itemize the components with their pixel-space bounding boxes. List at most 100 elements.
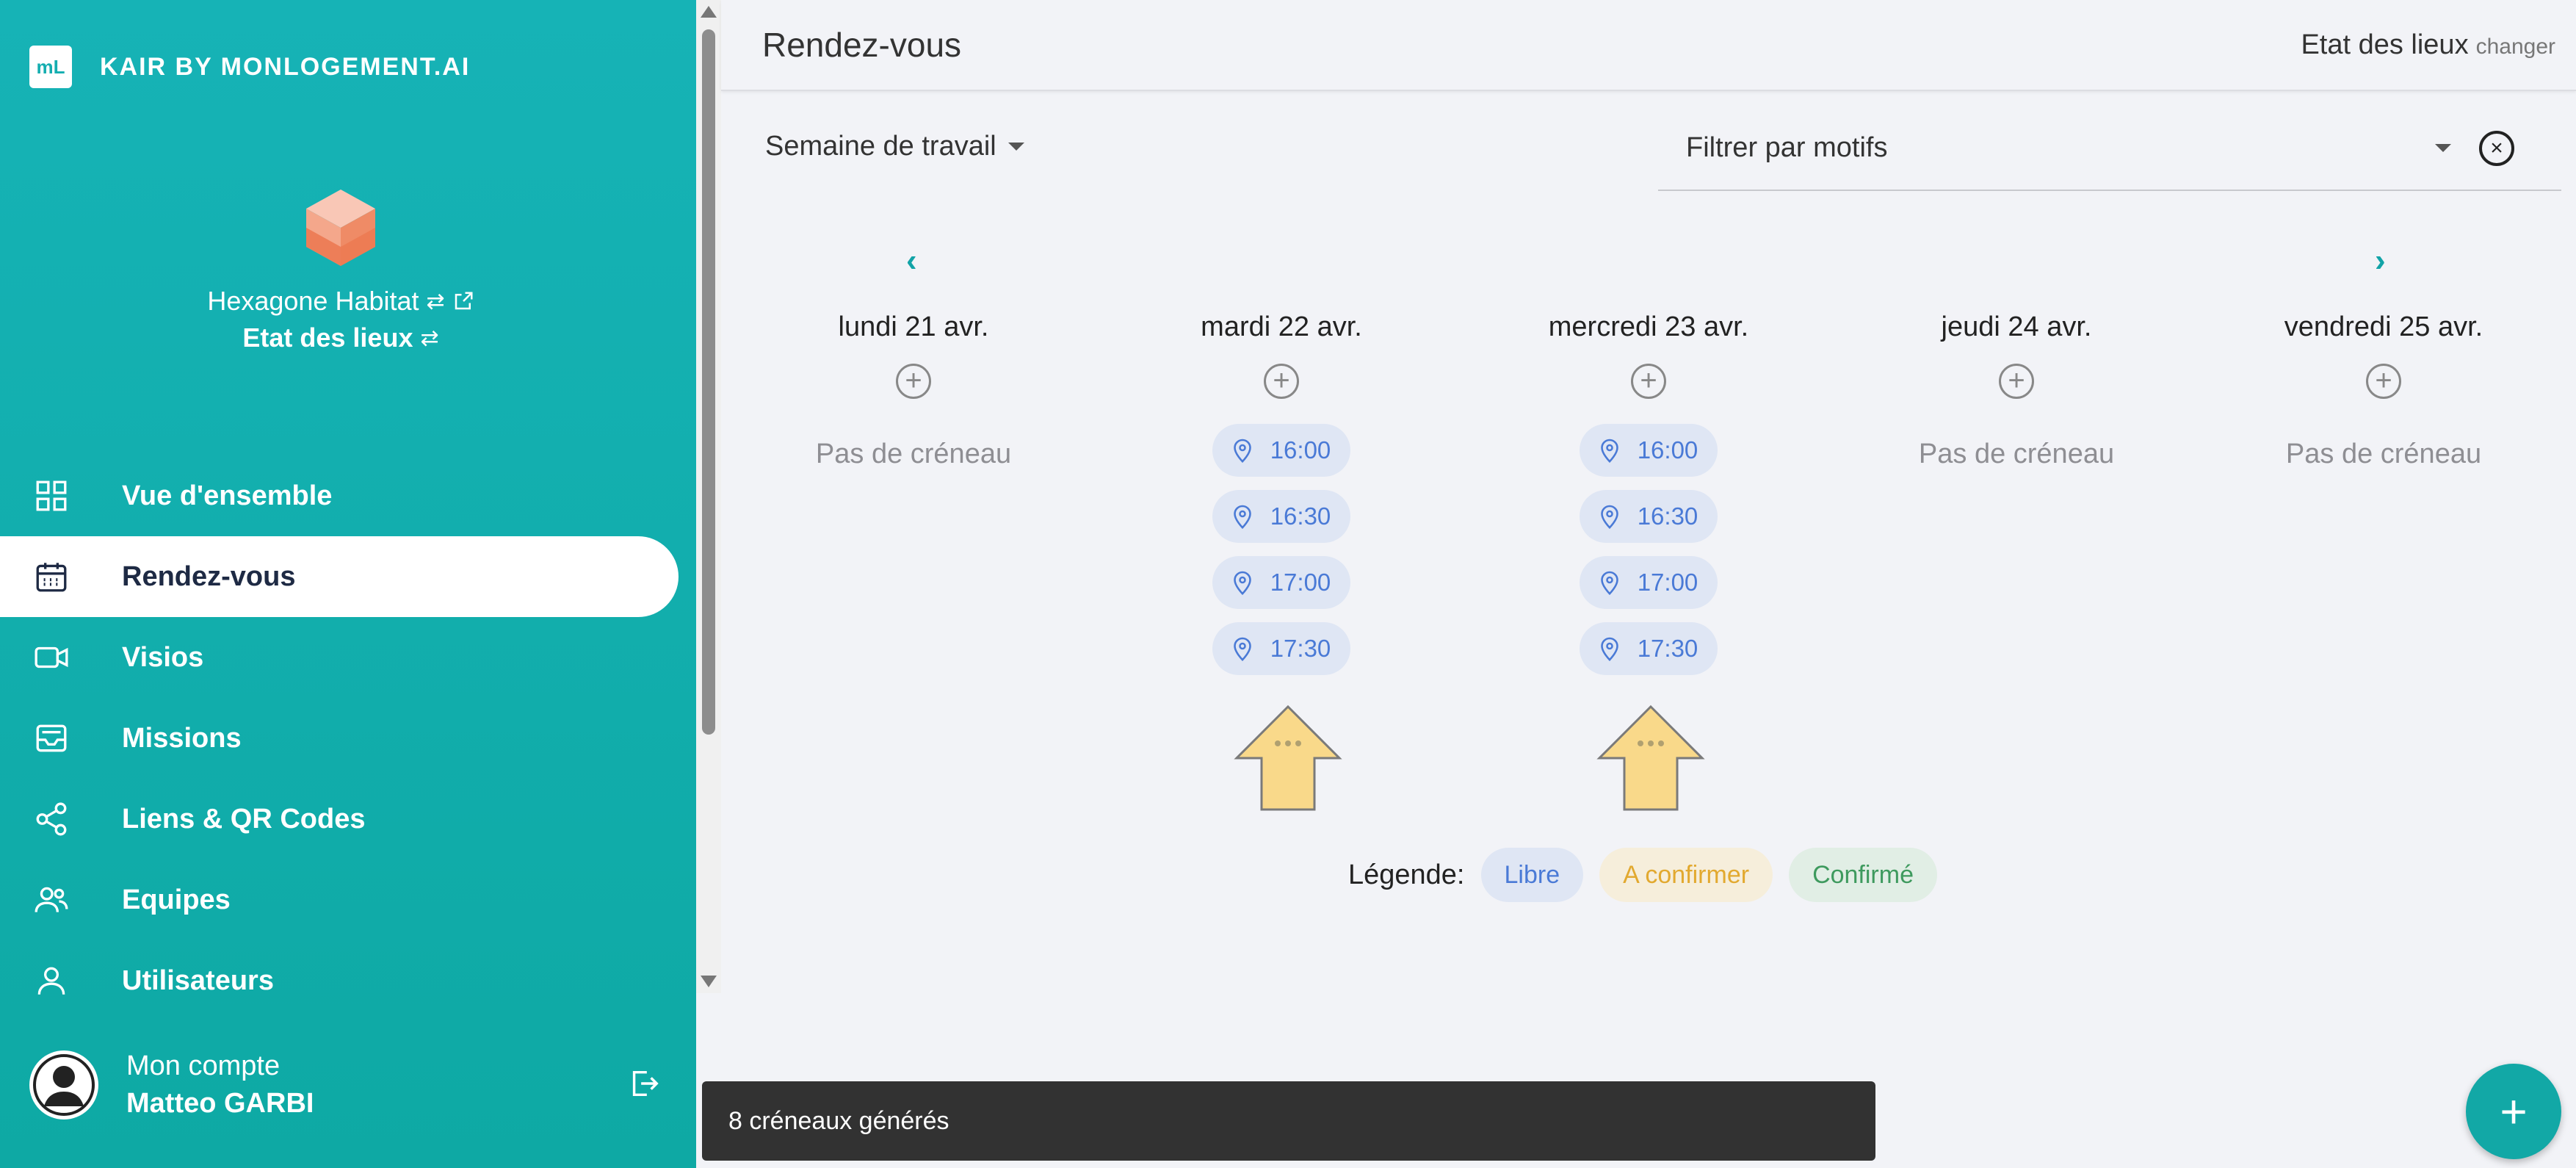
- motif-filter-select[interactable]: Filtrer par motifs ×: [1658, 118, 2561, 191]
- user-icon: [32, 962, 70, 1000]
- time-slot[interactable]: 17:30: [1580, 622, 1718, 675]
- brand-name: KAIR BY MONLOGEMENT.AI: [100, 52, 471, 81]
- org-context: Etat des lieux: [242, 322, 413, 353]
- sidebar-item-label: Missions: [122, 722, 242, 754]
- location-pin-icon: [1233, 505, 1251, 529]
- inbox-icon: [32, 719, 70, 757]
- sidebar-item-label: Visios: [122, 641, 204, 673]
- add-slot-button[interactable]: +: [2366, 364, 2401, 399]
- day-column: lundi 21 avr. + Pas de créneau: [759, 311, 1068, 470]
- change-context-link[interactable]: changer: [2476, 35, 2555, 59]
- filter-label: Filtrer par motifs: [1686, 132, 1888, 163]
- day-label: lundi 21 avr.: [838, 311, 989, 342]
- sidebar: mL KAIR BY MONLOGEMENT.AI Hexagone Habit…: [0, 0, 696, 1168]
- add-appointment-fab[interactable]: +: [2466, 1064, 2561, 1159]
- snackbar: 8 créneaux générés: [702, 1081, 1875, 1161]
- previous-week-button[interactable]: ‹: [906, 242, 917, 279]
- sidebar-item-label: Utilisateurs: [122, 965, 274, 996]
- slot-list: 16:00 16:30 17:00 17:30: [1127, 424, 1436, 675]
- sidebar-item-utilisateurs[interactable]: Utilisateurs: [0, 940, 679, 1021]
- grid-icon: [32, 477, 70, 515]
- week-view-select[interactable]: Semaine de travail: [765, 131, 1024, 162]
- legend-title: Légende:: [1348, 859, 1465, 890]
- clear-filter-icon[interactable]: ×: [2479, 131, 2514, 166]
- slot-list: 16:00 16:30 17:00 17:30: [1494, 424, 1803, 675]
- day-column: mardi 22 avr. + 16:00 16:30 17:00 17:30: [1127, 311, 1436, 675]
- brand-logo: mL: [29, 46, 72, 88]
- sidebar-item-label: Vue d'ensemble: [122, 480, 333, 511]
- swap-context-icon[interactable]: ⇄: [420, 325, 438, 351]
- time-slot[interactable]: 17:00: [1212, 556, 1350, 609]
- sidebar-item-rendez-vous[interactable]: Rendez-vous: [0, 536, 679, 617]
- time-slot[interactable]: 16:00: [1580, 424, 1718, 477]
- legend: Légende: Libre A confirmer Confirmé: [1348, 848, 1937, 902]
- day-label: mercredi 23 avr.: [1548, 311, 1749, 342]
- share-icon: [32, 800, 70, 838]
- organization-block: Hexagone Habitat ⇄ Etat des lieux ⇄: [0, 190, 681, 353]
- account-block[interactable]: Mon compte Matteo GARBI: [29, 1050, 661, 1120]
- header-context: Etat des lieux changer: [2301, 29, 2555, 61]
- location-pin-icon: [1233, 439, 1251, 463]
- legend-libre: Libre: [1480, 848, 1584, 902]
- slot-time: 17:30: [1270, 635, 1331, 662]
- day-label: mardi 22 avr.: [1201, 311, 1362, 342]
- external-link-icon[interactable]: [452, 290, 474, 312]
- scroll-down-icon[interactable]: [701, 976, 717, 987]
- time-slot[interactable]: 16:00: [1212, 424, 1350, 477]
- time-slot[interactable]: 16:30: [1580, 490, 1718, 543]
- sidebar-item-vue-ensemble[interactable]: Vue d'ensemble: [0, 455, 679, 536]
- swap-icon[interactable]: ⇄: [427, 289, 445, 314]
- slot-time: 17:30: [1637, 635, 1698, 662]
- location-pin-icon: [1600, 637, 1618, 661]
- header-context-label: Etat des lieux: [2301, 29, 2469, 60]
- account-text: Mon compte Matteo GARBI: [126, 1050, 314, 1120]
- add-slot-button[interactable]: +: [1631, 364, 1666, 399]
- org-context-row[interactable]: Etat des lieux ⇄: [0, 322, 681, 353]
- add-slot-button[interactable]: +: [1999, 364, 2034, 399]
- up-arrow-annotation-icon: [1234, 704, 1342, 811]
- day-label: vendredi 25 avr.: [2284, 311, 2483, 342]
- brand[interactable]: mL KAIR BY MONLOGEMENT.AI: [29, 46, 470, 88]
- org-name-row[interactable]: Hexagone Habitat ⇄: [0, 286, 681, 317]
- day-column: mercredi 23 avr. + 16:00 16:30 17:00 17:…: [1494, 311, 1803, 675]
- hexagone-logo-icon: [306, 190, 375, 266]
- no-slot-text: Pas de créneau: [1918, 439, 2115, 469]
- slot-time: 17:00: [1637, 569, 1698, 596]
- location-pin-icon: [1600, 571, 1618, 595]
- add-slot-button[interactable]: +: [1264, 364, 1299, 399]
- account-label: Mon compte: [126, 1050, 281, 1081]
- team-icon: [32, 881, 70, 919]
- calendar-icon: [32, 558, 70, 596]
- location-pin-icon: [1233, 637, 1251, 661]
- chevron-down-icon[interactable]: [2435, 144, 2451, 152]
- location-pin-icon: [1600, 505, 1618, 529]
- sidebar-nav: Vue d'ensemble Rendez-vous Visios Missio…: [0, 455, 679, 1021]
- no-slot-text: Pas de créneau: [815, 439, 1012, 469]
- sidebar-item-equipes[interactable]: Equipes: [0, 859, 679, 940]
- time-slot[interactable]: 17:00: [1580, 556, 1718, 609]
- sidebar-item-liens-qr[interactable]: Liens & QR Codes: [0, 779, 679, 859]
- up-arrow-annotation-icon: [1596, 704, 1705, 811]
- sidebar-scrollbar[interactable]: [696, 0, 721, 993]
- legend-a-confirmer: A confirmer: [1599, 848, 1773, 902]
- time-slot[interactable]: 17:30: [1212, 622, 1350, 675]
- sidebar-item-label: Liens & QR Codes: [122, 803, 366, 834]
- video-icon: [32, 638, 70, 677]
- next-week-button[interactable]: ›: [2375, 242, 2386, 279]
- logout-icon[interactable]: [627, 1067, 661, 1104]
- chevron-down-icon: [1007, 143, 1024, 151]
- slot-time: 17:00: [1270, 569, 1331, 596]
- sidebar-item-visios[interactable]: Visios: [0, 617, 679, 698]
- week-view-label: Semaine de travail: [765, 131, 996, 162]
- legend-confirme: Confirmé: [1789, 848, 1937, 902]
- page-header: Rendez-vous Etat des lieux changer: [721, 0, 2576, 91]
- time-slot[interactable]: 16:30: [1212, 490, 1350, 543]
- slot-time: 16:00: [1270, 436, 1331, 464]
- day-column: vendredi 25 avr. + Pas de créneau: [2229, 311, 2538, 470]
- sidebar-item-missions[interactable]: Missions: [0, 698, 679, 779]
- slot-time: 16:30: [1637, 502, 1698, 530]
- scroll-thumb[interactable]: [702, 29, 715, 735]
- scroll-up-icon[interactable]: [701, 6, 717, 18]
- add-slot-button[interactable]: +: [896, 364, 931, 399]
- slot-time: 16:30: [1270, 502, 1331, 530]
